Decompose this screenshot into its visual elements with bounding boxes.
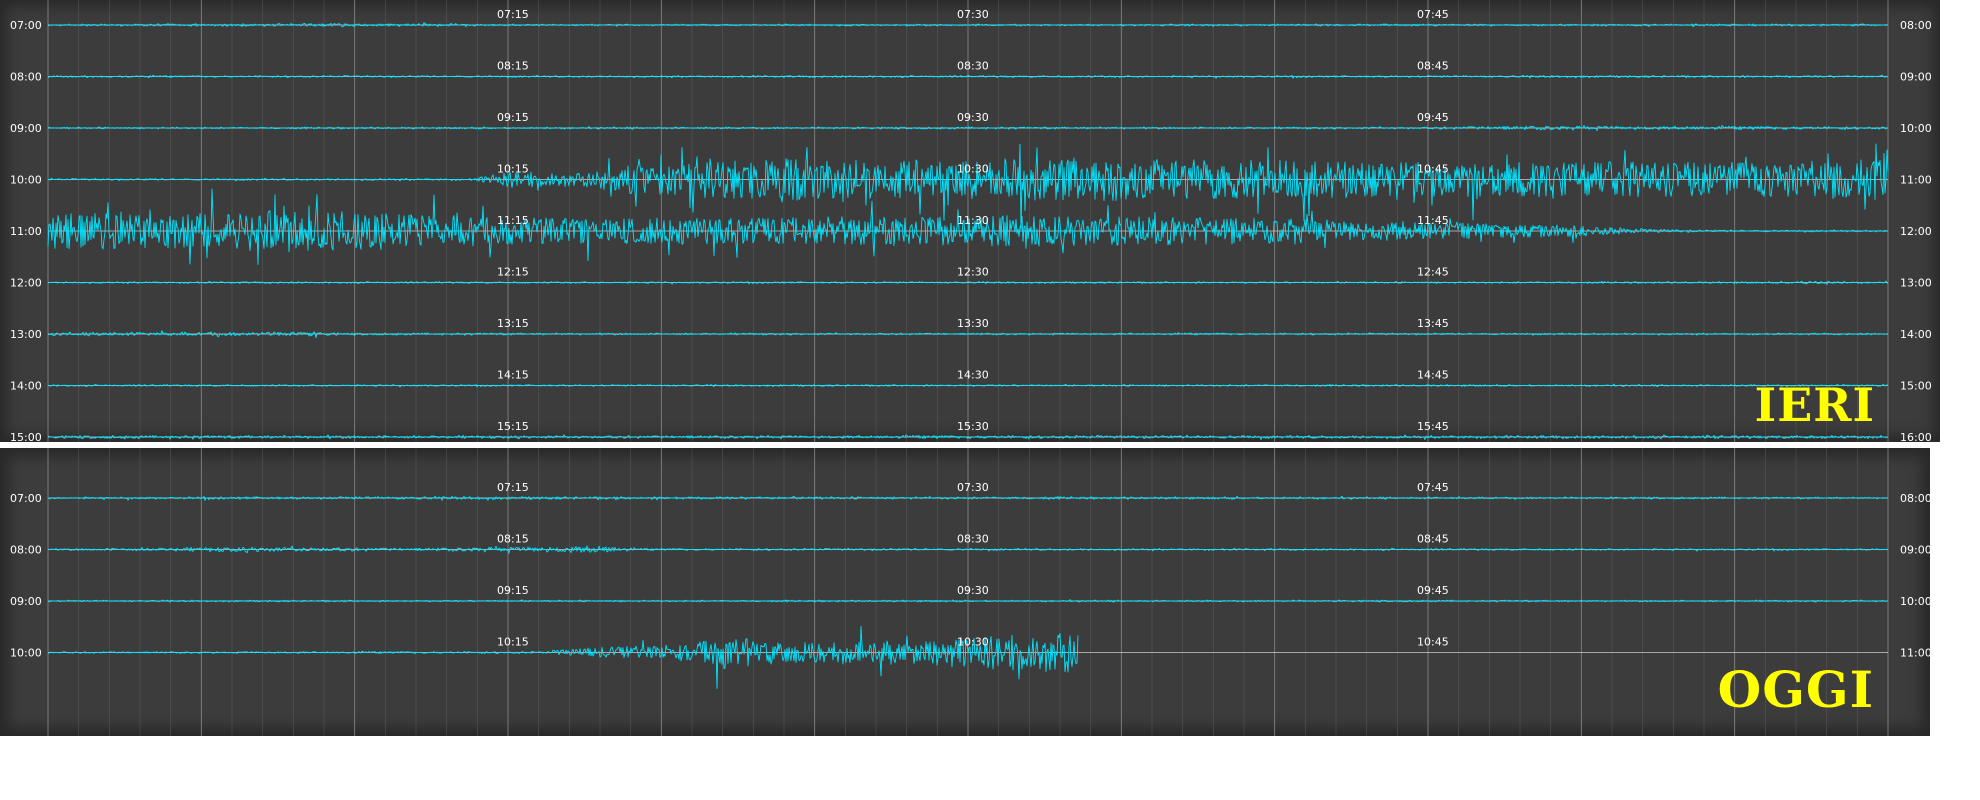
- quarter-hour-label: 09:30: [957, 111, 989, 124]
- quarter-hour-label: 10:45: [1417, 636, 1449, 649]
- row-end-time-label: 15:00: [1900, 380, 1932, 393]
- panel-label-ieri: IERI: [1754, 378, 1875, 432]
- quarter-hour-label: 15:15: [497, 420, 529, 433]
- quarter-hour-label: 08:45: [1417, 533, 1449, 546]
- quarter-hour-label: 07:30: [957, 481, 989, 494]
- quarter-hour-label: 08:15: [497, 533, 529, 546]
- row-end-time-label: 09:00: [1900, 544, 1930, 557]
- seismograph-chart-oggi: 07:00 08:00 07:15 07:30 07:45 08:00 09:00 08:15…: [10, 448, 1930, 736]
- quarter-hour-label: 10:15: [497, 163, 529, 176]
- quarter-hour-label: 12:15: [497, 266, 529, 279]
- quarter-hour-label: 12:45: [1417, 266, 1449, 279]
- quarter-hour-label: 09:15: [497, 584, 529, 597]
- row-start-time-label: 09:00: [10, 122, 42, 135]
- row-start-time-label: 08:00: [10, 544, 42, 557]
- seismograph-chart-ieri: 07:00 08:00 07:15 07:30 07:45 08:00 09:00 08:15…: [10, 0, 1932, 442]
- row-end-time-label: 08:00: [1900, 492, 1930, 505]
- quarter-hour-label: 15:45: [1417, 420, 1449, 433]
- quarter-hour-label: 10:30: [957, 163, 989, 176]
- quarter-hour-label: 10:45: [1417, 163, 1449, 176]
- quarter-hour-label: 13:30: [957, 317, 989, 330]
- row-end-time-label: 09:00: [1900, 71, 1932, 84]
- seismic-trace: [47, 625, 1079, 689]
- row-end-time-label: 10:00: [1900, 595, 1930, 608]
- row-end-time-label: 14:00: [1900, 328, 1932, 341]
- row-end-time-label: 11:00: [1900, 174, 1932, 187]
- panel-label-oggi: OGGI: [1717, 660, 1874, 719]
- quarter-hour-label: 09:30: [957, 584, 989, 597]
- seismograph-panel-ieri: 07:00 08:00 07:15 07:30 07:45 08:00 09:00 08:15…: [0, 0, 1940, 442]
- quarter-hour-label: 13:15: [497, 317, 529, 330]
- row-end-time-label: 12:00: [1900, 225, 1932, 238]
- row-end-time-label: 10:00: [1900, 122, 1932, 135]
- row-end-time-label: 11:00: [1900, 647, 1930, 660]
- quarter-hour-label: 07:45: [1417, 481, 1449, 494]
- quarter-hour-label: 14:15: [497, 369, 529, 382]
- quarter-hour-label: 07:45: [1417, 8, 1449, 21]
- quarter-hour-label: 09:45: [1417, 584, 1449, 597]
- seismograph-panel-oggi: 07:00 08:00 07:15 07:30 07:45 08:00 09:00 08:15…: [0, 448, 1930, 736]
- row-start-time-label: 10:00: [10, 174, 42, 187]
- quarter-hour-label: 08:30: [957, 533, 989, 546]
- row-start-time-label: 07:00: [10, 492, 42, 505]
- row-start-time-label: 10:00: [10, 647, 42, 660]
- quarter-hour-label: 09:45: [1417, 111, 1449, 124]
- quarter-hour-label: 07:15: [497, 481, 529, 494]
- row-start-time-label: 13:00: [10, 328, 42, 341]
- row-end-time-label: 08:00: [1900, 19, 1932, 32]
- row-start-time-label: 11:00: [10, 225, 42, 238]
- row-start-time-label: 12:00: [10, 277, 42, 290]
- quarter-hour-label: 13:45: [1417, 317, 1449, 330]
- row-start-time-label: 14:00: [10, 380, 42, 393]
- quarter-hour-label: 11:30: [957, 214, 989, 227]
- row-start-time-label: 15:00: [10, 431, 42, 442]
- quarter-hour-label: 08:15: [497, 60, 529, 73]
- quarter-hour-label: 10:30: [957, 636, 989, 649]
- quarter-hour-label: 07:30: [957, 8, 989, 21]
- row-start-time-label: 07:00: [10, 19, 42, 32]
- quarter-hour-label: 14:45: [1417, 369, 1449, 382]
- row-start-time-label: 08:00: [10, 71, 42, 84]
- quarter-hour-label: 09:15: [497, 111, 529, 124]
- quarter-hour-label: 11:15: [497, 214, 529, 227]
- quarter-hour-label: 12:30: [957, 266, 989, 279]
- quarter-hour-label: 07:15: [497, 8, 529, 21]
- row-end-time-label: 13:00: [1900, 277, 1932, 290]
- quarter-hour-label: 15:30: [957, 420, 989, 433]
- quarter-hour-label: 14:30: [957, 369, 989, 382]
- quarter-hour-label: 08:30: [957, 60, 989, 73]
- quarter-hour-label: 10:15: [497, 636, 529, 649]
- quarter-hour-label: 11:45: [1417, 214, 1449, 227]
- row-start-time-label: 09:00: [10, 595, 42, 608]
- row-end-time-label: 16:00: [1900, 431, 1932, 442]
- quarter-hour-label: 08:45: [1417, 60, 1449, 73]
